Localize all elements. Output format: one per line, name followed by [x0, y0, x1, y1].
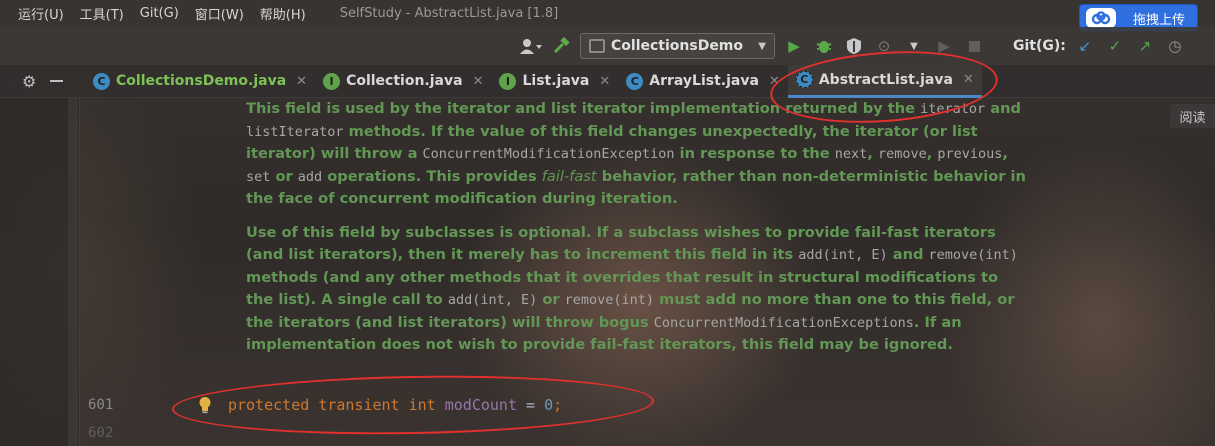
close-icon[interactable]: ✕ [296, 74, 307, 89]
run-icon[interactable]: ▶ [783, 35, 805, 57]
menu-help[interactable]: 帮助(H) [252, 4, 314, 23]
close-icon[interactable]: ✕ [769, 74, 780, 89]
upload-label: 拖拽上传 [1132, 12, 1185, 28]
more-chevron-icon[interactable]: ▼ [903, 35, 925, 57]
window-title: SelfStudy - AbstractList.java [1.8] [339, 6, 559, 21]
run-config-select[interactable]: CollectionsDemo ▼ [580, 33, 775, 59]
run-config-icon [589, 39, 605, 53]
git-label: Git(G): [1013, 38, 1066, 54]
coverage-icon[interactable] [843, 35, 865, 57]
resume-icon[interactable]: ▶ [933, 35, 955, 57]
profiler-icon[interactable]: ⊙ [873, 35, 895, 57]
gear-icon[interactable]: ⚙ [22, 72, 36, 91]
debug-bug-icon[interactable] [813, 35, 835, 57]
line-number: 602 [88, 425, 114, 441]
lightbulb-icon[interactable] [198, 396, 212, 414]
editor-tabs: ⚙ C CollectionsDemo.java ✕ I Collection.… [0, 64, 1215, 98]
code-text: protected transient int modCount = 0; [228, 396, 563, 414]
class-icon: C [93, 72, 110, 90]
close-icon[interactable]: ✕ [963, 72, 974, 87]
doc-paragraph-2: Use of this field by subclasses is optio… [246, 223, 1018, 354]
menu-window[interactable]: 窗口(W) [187, 4, 252, 23]
rendered-doc-comment: This field is used by the iterator and l… [246, 98, 1026, 368]
tab-collection[interactable]: I Collection.java ✕ [315, 65, 491, 98]
code-line-601[interactable]: 601 protected transient int modCount = 0… [0, 393, 1215, 417]
menu-run[interactable]: 运行(U) [0, 4, 72, 23]
git-update-icon[interactable]: ↙ [1074, 35, 1096, 57]
code-line-602[interactable]: 602 [0, 421, 1215, 445]
tab-abstractlist[interactable]: C AbstractList.java ✕ [787, 64, 982, 98]
cloud-icon [1086, 8, 1116, 28]
tab-label: CollectionsDemo.java [116, 73, 287, 89]
tab-arraylist[interactable]: C ArrayList.java ✕ [618, 65, 788, 98]
reader-mode-button[interactable]: 阅读 [1170, 104, 1215, 128]
project-controls: ⚙ [0, 72, 85, 91]
menu-git[interactable]: Git(G) [132, 6, 187, 21]
run-config-label: CollectionsDemo [611, 38, 744, 54]
chevron-down-icon: ▼ [758, 40, 766, 52]
git-push-icon[interactable]: ↗ [1134, 35, 1156, 57]
build-hammer-icon[interactable] [550, 35, 572, 57]
toolbar: CollectionsDemo ▼ ▶ ⊙ ▼ ▶ Git(G): ↙ ✓ ↗ … [0, 27, 1215, 65]
interface-icon: I [499, 72, 517, 90]
tab-label: ArrayList.java [649, 73, 759, 89]
user-icon[interactable] [520, 35, 542, 57]
git-commit-icon[interactable]: ✓ [1104, 35, 1126, 57]
tab-label: Collection.java [346, 73, 463, 89]
interface-icon: I [323, 72, 341, 90]
doc-paragraph-1: This field is used by the iterator and l… [246, 100, 1026, 207]
line-number: 601 [88, 397, 114, 413]
minimize-icon[interactable] [50, 80, 64, 82]
tab-list[interactable]: I List.java ✕ [491, 65, 618, 98]
tab-label: AbstractList.java [818, 71, 953, 88]
history-icon[interactable]: ◷ [1164, 35, 1186, 57]
close-icon[interactable]: ✕ [599, 74, 610, 89]
stop-icon[interactable] [963, 35, 985, 57]
tab-collectionsdemo[interactable]: C CollectionsDemo.java ✕ [85, 65, 315, 98]
close-icon[interactable]: ✕ [473, 74, 484, 89]
abstract-class-icon: C [795, 71, 813, 88]
class-icon: C [626, 72, 644, 90]
menu-tools[interactable]: 工具(T) [72, 4, 132, 23]
tab-label: List.java [522, 73, 590, 89]
menu-bar: 运行(U) 工具(T) Git(G) 窗口(W) 帮助(H) SelfStudy… [0, 0, 1215, 27]
